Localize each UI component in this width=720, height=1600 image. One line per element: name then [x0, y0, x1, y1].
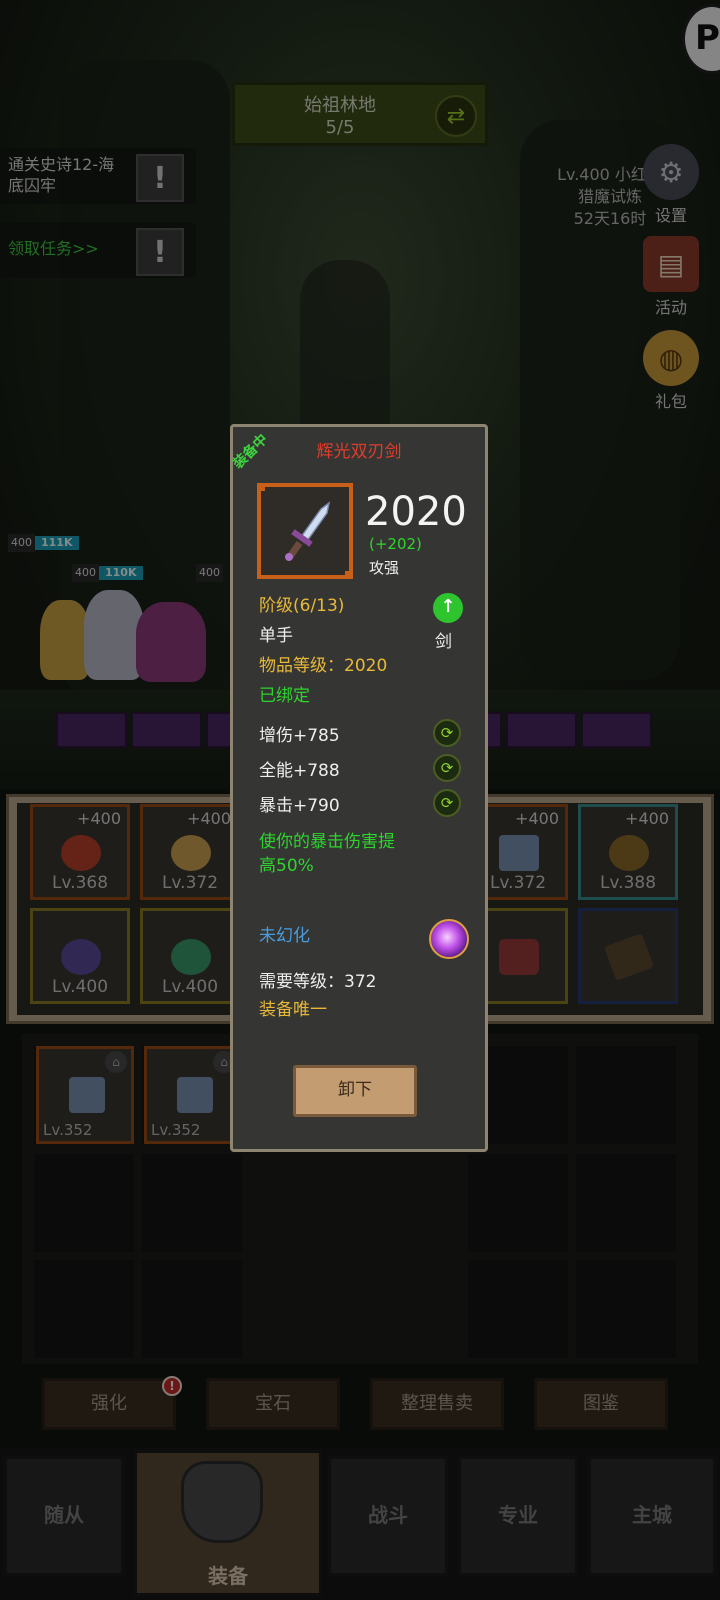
required-level: 需要等级：372: [259, 972, 377, 992]
stat-line: 暴击+790: [259, 796, 340, 816]
weapon-type: 剑: [435, 632, 452, 652]
upgrade-arrow-icon[interactable]: ↑: [433, 593, 463, 623]
power-type: 攻强: [369, 559, 400, 577]
reroll-icon[interactable]: ⟳: [433, 754, 461, 782]
stat-line: 全能+788: [259, 761, 340, 781]
item-level: 物品等级：2020: [259, 656, 388, 676]
reroll-icon[interactable]: ⟳: [433, 719, 461, 747]
transmog-orb-icon[interactable]: [429, 919, 469, 959]
reroll-icon[interactable]: ⟳: [433, 789, 461, 817]
item-tooltip: 装备中 辉光双刃剑 2020 (+202) 攻强 阶级(6/13) ↑ 单手 剑…: [230, 424, 488, 1152]
effect-text: 使你的暴击伤害提: [259, 832, 395, 852]
item-name: 辉光双刃剑: [316, 442, 402, 462]
item-tier: 阶级(6/13): [259, 596, 345, 616]
item-icon-frame: [257, 483, 353, 579]
hand-type: 单手: [259, 626, 293, 646]
effect-text: 高50%: [259, 856, 314, 876]
illusion-status: 未幻化: [259, 926, 310, 946]
stat-line: 增伤+785: [259, 726, 340, 746]
unequip-button[interactable]: 卸下: [293, 1065, 417, 1117]
unique-tag: 装备唯一: [259, 1000, 327, 1020]
bound-status: 已绑定: [259, 686, 310, 706]
item-power: 2020: [365, 489, 467, 535]
power-difference: (+202): [369, 535, 422, 553]
sword-icon: [285, 501, 331, 561]
